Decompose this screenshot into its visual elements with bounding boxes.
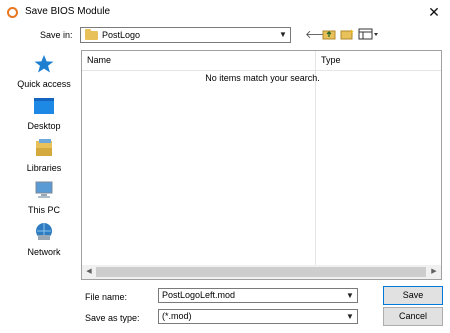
place-quick-access[interactable]: Quick access xyxy=(8,54,80,94)
save-as-type-label: Save as type: xyxy=(85,313,140,323)
file-name-field[interactable]: PostLogoLeft.mod ▼ xyxy=(158,288,358,303)
place-network[interactable]: Network xyxy=(8,222,80,262)
file-name-value: PostLogoLeft.mod xyxy=(162,290,236,300)
save-button[interactable]: Save xyxy=(383,286,443,305)
column-header-type[interactable]: Type xyxy=(316,51,441,71)
scrollbar-thumb[interactable] xyxy=(96,267,426,277)
window-title: Save BIOS Module xyxy=(25,6,111,17)
file-list[interactable]: Name Type No items match your search. ◀ … xyxy=(81,50,442,280)
network-icon xyxy=(36,223,52,240)
place-label: Desktop xyxy=(27,121,61,131)
file-name-label: File name: xyxy=(85,292,128,302)
places-sidebar: Quick access Desktop Libraries This PC N… xyxy=(8,50,80,282)
scroll-right-icon[interactable]: ▶ xyxy=(427,265,441,279)
desktop-icon xyxy=(34,98,54,114)
column-header-name[interactable]: Name xyxy=(82,51,315,71)
cancel-button[interactable]: Cancel xyxy=(383,307,443,326)
place-label: This PC xyxy=(27,205,60,215)
place-desktop[interactable]: Desktop xyxy=(8,96,80,136)
place-label: Libraries xyxy=(26,163,62,173)
up-folder-icon[interactable] xyxy=(322,28,336,42)
app-icon xyxy=(7,7,18,18)
close-icon[interactable]: ✕ xyxy=(421,1,447,23)
place-label: Network xyxy=(27,247,61,257)
column-divider[interactable] xyxy=(315,51,316,279)
chevron-down-icon[interactable]: ▼ xyxy=(276,28,290,42)
view-menu-icon[interactable] xyxy=(358,28,380,42)
place-label: Quick access xyxy=(17,79,71,89)
horizontal-scrollbar[interactable]: ◀ ▶ xyxy=(82,265,441,279)
save-in-value: PostLogo xyxy=(102,30,141,40)
folder-icon xyxy=(85,29,98,40)
new-folder-icon[interactable] xyxy=(340,28,354,42)
place-libraries[interactable]: Libraries xyxy=(8,138,80,178)
libraries-icon xyxy=(36,139,52,156)
empty-message: No items match your search. xyxy=(205,73,320,83)
chevron-down-icon[interactable]: ▼ xyxy=(343,310,357,324)
title-bar: Save BIOS Module ✕ xyxy=(0,0,450,25)
chevron-down-icon[interactable]: ▼ xyxy=(343,289,357,303)
save-in-dropdown[interactable]: PostLogo ▼ xyxy=(80,27,291,43)
scroll-left-icon[interactable]: ◀ xyxy=(82,265,96,279)
star-icon xyxy=(34,55,54,73)
computer-icon xyxy=(35,181,53,198)
back-arrow-icon[interactable]: 🡐 xyxy=(305,28,335,42)
save-as-type-dropdown[interactable]: (*.mod) ▼ xyxy=(158,309,358,324)
save-as-type-value: (*.mod) xyxy=(162,311,192,321)
save-in-label: Save in: xyxy=(40,30,73,40)
place-this-pc[interactable]: This PC xyxy=(8,180,80,220)
